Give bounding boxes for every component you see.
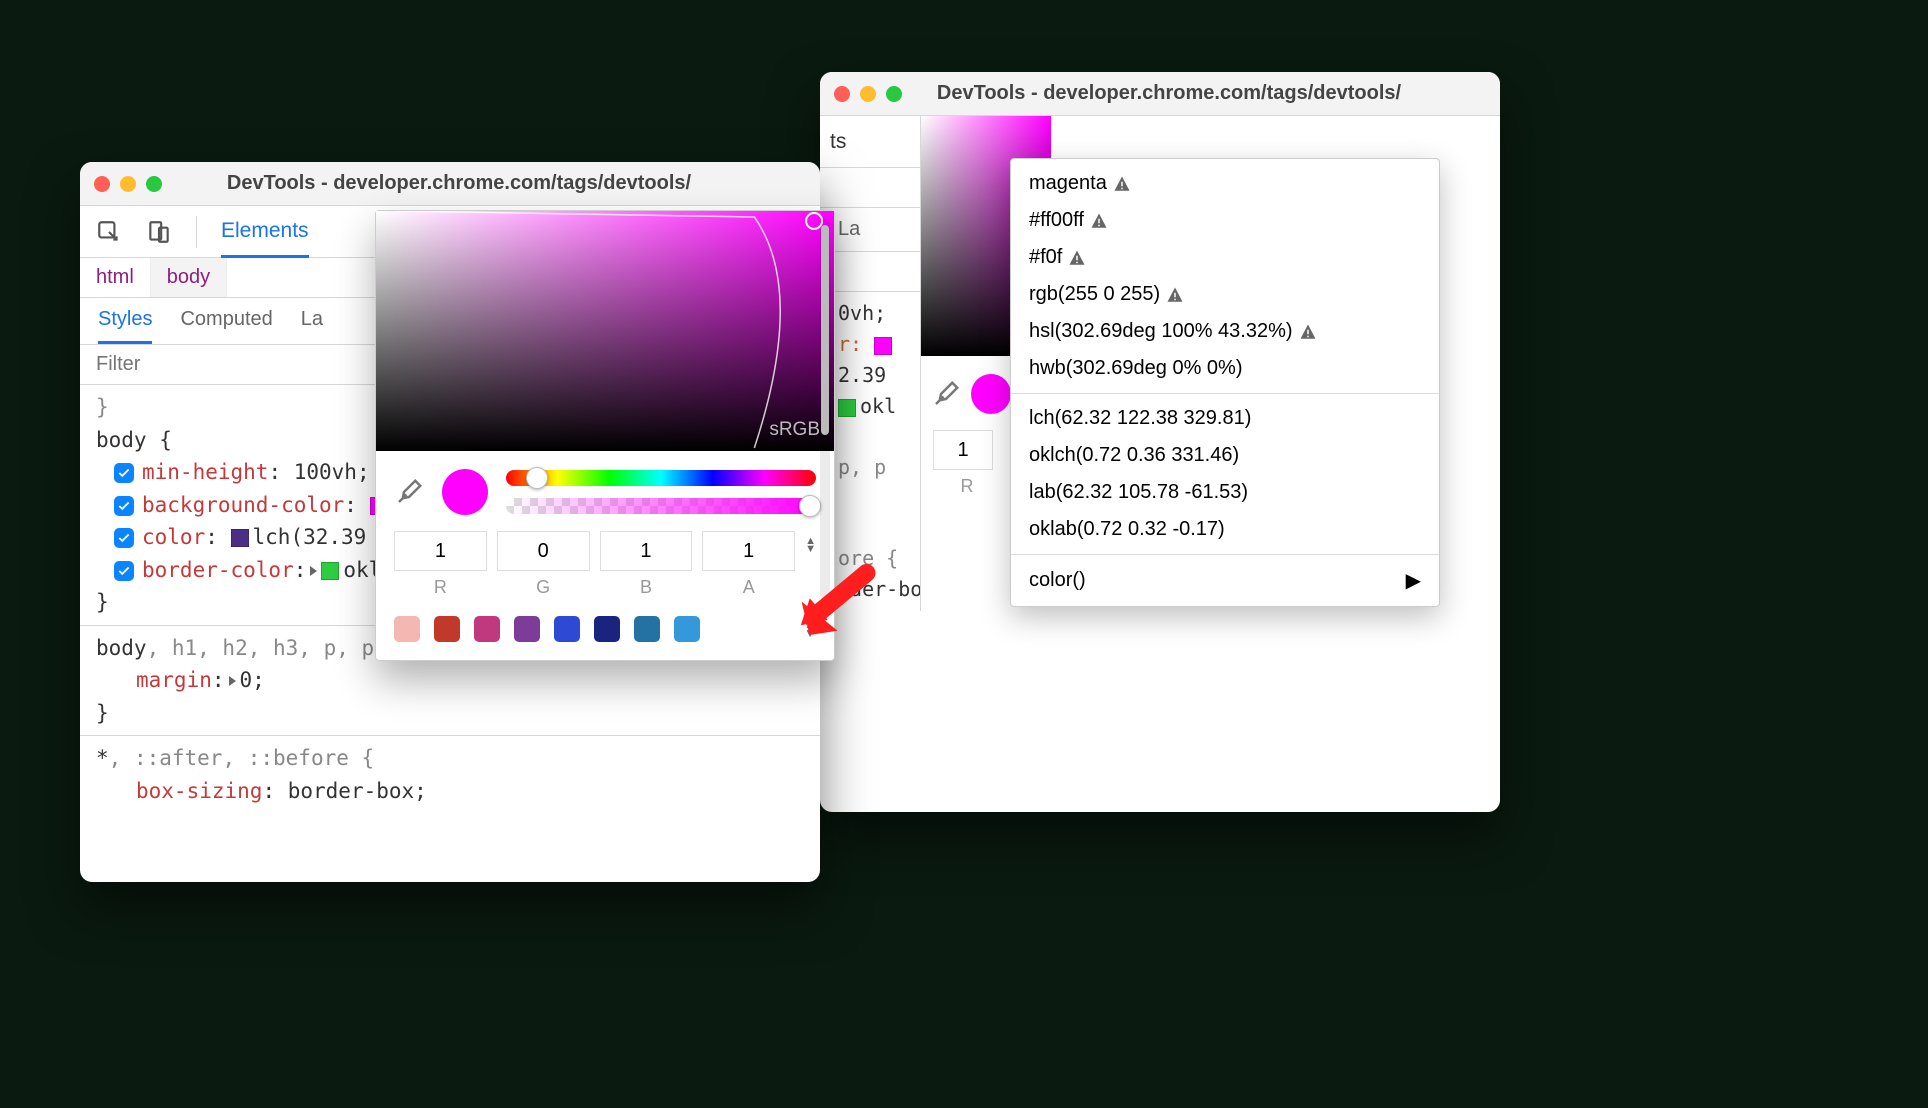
css-value[interactable]: lch(32.39 (253, 525, 367, 549)
palette-swatches: ▲▼ (376, 602, 834, 660)
swatch[interactable] (674, 616, 700, 642)
swatch[interactable] (474, 616, 500, 642)
menu-item-oklab[interactable]: oklab(0.72 0.32 -0.17) (1011, 511, 1439, 548)
channel-r-input[interactable] (933, 430, 993, 470)
color-format-menu: magenta #ff00ff #f0f rgb(255 0 255) hsl(… (1010, 158, 1440, 607)
minimize-window-button[interactable] (120, 176, 136, 192)
menu-item-lab[interactable]: lab(62.32 105.78 -61.53) (1011, 474, 1439, 511)
color-spectrum[interactable]: sRGB (376, 211, 834, 451)
channel-b-input[interactable] (600, 531, 693, 571)
css-property[interactable]: background-color (142, 493, 344, 517)
eyedropper-icon[interactable] (931, 379, 961, 409)
menu-separator (1011, 393, 1439, 394)
menu-item-oklch[interactable]: oklch(0.72 0.36 331.46) (1011, 437, 1439, 474)
property-checkbox[interactable] (114, 528, 134, 548)
swatch[interactable] (434, 616, 460, 642)
warning-icon (1068, 249, 1086, 267)
property-checkbox[interactable] (114, 463, 134, 483)
breadcrumb-html[interactable]: html (80, 258, 151, 297)
channel-g-input[interactable] (497, 531, 590, 571)
maximize-window-button[interactable] (146, 176, 162, 192)
tab-partial: ts (830, 130, 846, 154)
color-swatch[interactable] (231, 529, 249, 547)
titlebar: DevTools - developer.chrome.com/tags/dev… (820, 72, 1500, 116)
warning-icon (1299, 323, 1317, 341)
color-swatch[interactable] (321, 562, 339, 580)
subtab-computed[interactable]: Computed (180, 308, 272, 344)
close-window-button[interactable] (94, 176, 110, 192)
menu-item-hex3[interactable]: #f0f (1011, 239, 1439, 276)
expand-icon[interactable] (229, 676, 236, 686)
traffic-lights (834, 86, 902, 102)
expand-icon[interactable] (310, 566, 317, 576)
gamut-label: sRGB (769, 419, 820, 441)
device-toggle-icon[interactable] (146, 219, 172, 245)
submenu-arrow-icon: ▶ (1406, 568, 1421, 593)
toolbar-divider (196, 216, 197, 248)
minimize-window-button[interactable] (860, 86, 876, 102)
css-property[interactable]: box-sizing (136, 779, 262, 803)
swatch[interactable] (594, 616, 620, 642)
channel-a-input[interactable] (702, 531, 795, 571)
rule-selector[interactable]: body { (96, 428, 172, 452)
window-title: DevTools - developer.chrome.com/tags/dev… (172, 172, 806, 195)
warning-icon (1166, 286, 1184, 304)
breadcrumb-body[interactable]: body (151, 258, 227, 297)
alpha-slider[interactable] (506, 498, 816, 514)
menu-item-hex6[interactable]: #ff00ff (1011, 202, 1439, 239)
property-checkbox[interactable] (114, 496, 134, 516)
traffic-lights (94, 176, 162, 192)
annotation-arrow-icon (790, 555, 880, 645)
current-color-swatch (971, 374, 1011, 414)
swatch[interactable] (554, 616, 580, 642)
subtab-layout-partial: La (838, 218, 860, 251)
swatch[interactable] (394, 616, 420, 642)
swatch[interactable] (514, 616, 540, 642)
subtab-layout[interactable]: La (301, 308, 323, 344)
color-picker: sRGB R G B A ▲▼ ▲▼ (375, 210, 835, 661)
css-value[interactable]: 100vh; (294, 460, 370, 484)
css-property[interactable]: border-color (142, 558, 294, 582)
swatch[interactable] (634, 616, 660, 642)
channel-r-input[interactable] (394, 531, 487, 571)
maximize-window-button[interactable] (886, 86, 902, 102)
menu-item-hsl[interactable]: hsl(302.69deg 100% 43.32%) (1011, 313, 1439, 350)
window-title: DevTools - developer.chrome.com/tags/dev… (912, 82, 1486, 105)
gamut-boundary-curve (376, 211, 834, 450)
eyedropper-icon[interactable] (394, 477, 424, 507)
close-window-button[interactable] (834, 86, 850, 102)
menu-item-color-fn[interactable]: color()▶ (1011, 561, 1439, 600)
css-property[interactable]: color (142, 525, 205, 549)
hue-slider[interactable] (506, 470, 816, 486)
css-property[interactable]: margin (136, 668, 212, 692)
scrollbar[interactable] (820, 219, 830, 600)
menu-item-rgb[interactable]: rgb(255 0 255) (1011, 276, 1439, 313)
property-checkbox[interactable] (114, 561, 134, 581)
menu-item-magenta[interactable]: magenta (1011, 165, 1439, 202)
warning-icon (1113, 175, 1131, 193)
warning-icon (1090, 212, 1108, 230)
channel-inputs: R G B A ▲▼ (376, 525, 834, 602)
css-property[interactable]: min-height (142, 460, 268, 484)
tab-elements[interactable]: Elements (221, 219, 309, 258)
format-switcher[interactable]: ▲▼ (805, 531, 816, 553)
current-color-swatch (442, 469, 488, 515)
menu-item-hwb[interactable]: hwb(302.69deg 0% 0%) (1011, 350, 1439, 387)
subtab-styles[interactable]: Styles (98, 308, 152, 344)
inspect-icon[interactable] (96, 219, 122, 245)
titlebar: DevTools - developer.chrome.com/tags/dev… (80, 162, 820, 206)
css-value[interactable]: 0; (240, 668, 265, 692)
menu-separator (1011, 554, 1439, 555)
css-value[interactable]: border-box; (288, 779, 427, 803)
styles-filter-input[interactable] (96, 353, 296, 376)
menu-item-lch[interactable]: lch(62.32 122.38 329.81) (1011, 400, 1439, 437)
